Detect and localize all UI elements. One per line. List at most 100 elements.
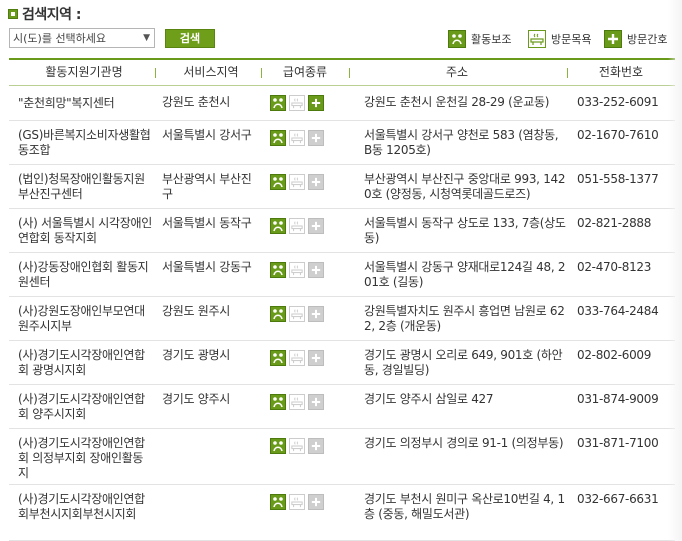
address: 서울특별시 동작구 상도로 133, 7층(상도동) <box>364 216 566 245</box>
org-name[interactable]: (사)강원도장애인부모연대 원주시지부 <box>18 304 152 334</box>
region-select[interactable]: 시(도)를 선택하세요 ▼ <box>9 28 155 48</box>
wheelchair-care-icon <box>448 30 466 48</box>
plus-icon <box>308 394 324 410</box>
service-area: 서울특별시 강동구 <box>162 260 252 274</box>
legend-visit: 방문목욕 <box>528 30 591 48</box>
org-name[interactable]: (사)경기도시각장애인연합회 의정부지회 장애인활동지 <box>18 436 152 481</box>
table-row[interactable]: (GS)바른복지소비자생활협동조합 서울특별시 강서구 서울특별시 강서구 양천로 … <box>9 121 675 165</box>
wheelchair-care-icon <box>270 494 286 510</box>
address: 경기도 광명시 오리로 649, 901호 (하안동, 경일빌딩) <box>364 348 563 377</box>
bath-icon <box>289 438 305 454</box>
region-select-value: 시(도)를 선택하세요 <box>13 32 107 45</box>
phone-number: 031-874-9009 <box>577 392 659 406</box>
legend-nurse-label: 방문간호 <box>627 33 668 46</box>
org-name[interactable]: (사) 서울특별시 시각장애인연합회 동작지회 <box>18 216 152 246</box>
page-edge <box>668 0 682 541</box>
bath-icon <box>289 174 305 190</box>
phone-number: 033-252-6091 <box>577 95 659 109</box>
service-area: 서울특별시 강서구 <box>162 128 252 142</box>
address: 서울특별시 강동구 양재대로124길 48, 201호 (길동) <box>364 260 566 289</box>
table-row[interactable]: (사)강동장애인협회 활동지원센터 서울특별시 강동구 서울특별시 강동구 양재대로… <box>9 253 675 297</box>
col-header-address: 주소 <box>445 65 469 79</box>
org-name[interactable]: (사)경기도시각장애인연합회 양주시지회 <box>18 392 152 422</box>
section-title: 검색지역 : <box>8 4 82 24</box>
bath-icon <box>289 350 305 366</box>
table-row[interactable]: (법인)청목장애인활동지원 부산진구센터 부산광역시 부산진구 부산광역시 부산진구… <box>9 165 675 209</box>
wheelchair-care-icon <box>270 262 286 278</box>
phone-number: 031-871-7100 <box>577 436 659 450</box>
col-header-name: 활동지원기관명 <box>45 65 123 79</box>
wheelchair-care-icon <box>270 174 286 190</box>
org-name[interactable]: "춘천희망"복지센터 <box>18 96 152 111</box>
col-divider <box>567 68 568 78</box>
plus-icon <box>308 438 324 454</box>
address: 서울특별시 강서구 양천로 583 (염창동, B동 1205호) <box>364 128 559 157</box>
service-area: 경기도 양주시 <box>162 392 230 406</box>
benefit-type-icons <box>270 438 340 454</box>
col-header-phone: 전화번호 <box>598 65 644 79</box>
col-header-area: 서비스지역 <box>183 65 239 79</box>
square-bullet-icon <box>8 9 18 19</box>
wheelchair-care-icon <box>270 218 286 234</box>
search-panel: 시(도)를 선택하세요 ▼ 검색 활동보조 방문목욕 방문간호 활동지원기관명 … <box>0 24 675 541</box>
service-area: 강원도 춘천시 <box>162 95 230 109</box>
bath-icon <box>289 494 305 510</box>
table-row[interactable]: (사)경기도시각장애인연합회 광명시지회 경기도 광명시 경기도 광명시 오리로 6… <box>9 341 675 385</box>
plus-icon <box>308 218 324 234</box>
wheelchair-care-icon <box>270 350 286 366</box>
plus-icon <box>308 95 324 111</box>
chevron-down-icon: ▼ <box>143 33 150 43</box>
plus-icon <box>308 494 324 510</box>
benefit-type-icons <box>270 262 340 278</box>
col-divider <box>349 68 350 78</box>
org-name[interactable]: (사)경기도시각장애인연합회 광명시지회 <box>18 348 152 378</box>
table-row[interactable]: (사)경기도시각장애인연합회 양주시지회 경기도 양주시 경기도 양주시 삼일로 4… <box>9 385 675 429</box>
plus-icon <box>604 30 622 48</box>
service-area: 강원도 원주시 <box>162 304 230 318</box>
phone-number: 02-821-2888 <box>577 216 652 230</box>
bath-icon <box>289 306 305 322</box>
bath-icon <box>289 130 305 146</box>
service-area: 경기도 광명시 <box>162 348 230 362</box>
address: 강원도 춘천시 운천길 28-29 (운교동) <box>364 95 550 109</box>
col-divider <box>155 68 156 78</box>
phone-number: 033-764-2484 <box>577 304 659 318</box>
address: 경기도 부천시 원미구 옥산로10번길 4, 1층 (중동, 해밀도서관) <box>364 492 565 521</box>
plus-icon <box>308 306 324 322</box>
table-row[interactable]: (사)강원도장애인부모연대 원주시지부 강원도 원주시 강원특별자치도 원주시 흥업… <box>9 297 675 341</box>
org-name[interactable]: (GS)바른복지소비자생활협동조합 <box>18 128 152 158</box>
phone-number: 032-667-6631 <box>577 492 659 506</box>
address: 경기도 의정부시 경의로 91-1 (의정부동) <box>364 436 564 450</box>
benefit-type-icons <box>270 394 340 410</box>
col-divider <box>261 68 262 78</box>
search-row: 시(도)를 선택하세요 ▼ 검색 <box>9 28 215 48</box>
address: 경기도 양주시 삼일로 427 <box>364 392 494 406</box>
address: 강원특별자치도 원주시 흥업면 남원로 622, 2층 (개운동) <box>364 304 565 333</box>
bath-icon <box>289 218 305 234</box>
wheelchair-care-icon <box>270 306 286 322</box>
wheelchair-care-icon <box>270 130 286 146</box>
benefit-type-icons <box>270 130 340 146</box>
table-row[interactable]: (사)경기도시각장애인연합회 의정부지회 장애인활동지 경기도 의정부시 경의로 … <box>9 429 675 485</box>
address: 부산광역시 부산진구 중앙대로 993, 1420호 (양정동, 시청역롯데골드… <box>364 172 566 201</box>
table-row[interactable]: "춘천희망"복지센터 강원도 춘천시 강원도 춘천시 운천길 28-29 (운교동)… <box>9 86 675 121</box>
table-header: 활동지원기관명 서비스지역 급여종류 주소 전화번호 <box>9 58 675 86</box>
bath-icon <box>289 95 305 111</box>
legend-care: 활동보조 <box>448 30 511 48</box>
org-name[interactable]: (법인)청목장애인활동지원 부산진구센터 <box>18 172 152 202</box>
benefit-type-icons <box>270 95 340 111</box>
table-row[interactable]: (사) 서울특별시 시각장애인연합회 동작지회 서울특별시 동작구 서울특별시 동작… <box>9 209 675 253</box>
org-name[interactable]: (사)경기도시각장애인연합회부천시지회부천시지회 <box>18 492 152 522</box>
plus-icon <box>308 262 324 278</box>
org-name[interactable]: (사)강동장애인협회 활동지원센터 <box>18 260 152 290</box>
wheelchair-care-icon <box>270 438 286 454</box>
benefit-type-icons <box>270 174 340 190</box>
table-row[interactable]: (사)경기도시각장애인연합회부천시지회부천시지회 경기도 부천시 원미구 옥산로1… <box>9 485 675 541</box>
wheelchair-care-icon <box>270 394 286 410</box>
plus-icon <box>308 130 324 146</box>
search-button[interactable]: 검색 <box>165 28 215 48</box>
phone-number: 02-1670-7610 <box>577 128 659 142</box>
benefit-type-icons <box>270 350 340 366</box>
plus-icon <box>308 174 324 190</box>
legend-nurse: 방문간호 <box>604 30 667 48</box>
